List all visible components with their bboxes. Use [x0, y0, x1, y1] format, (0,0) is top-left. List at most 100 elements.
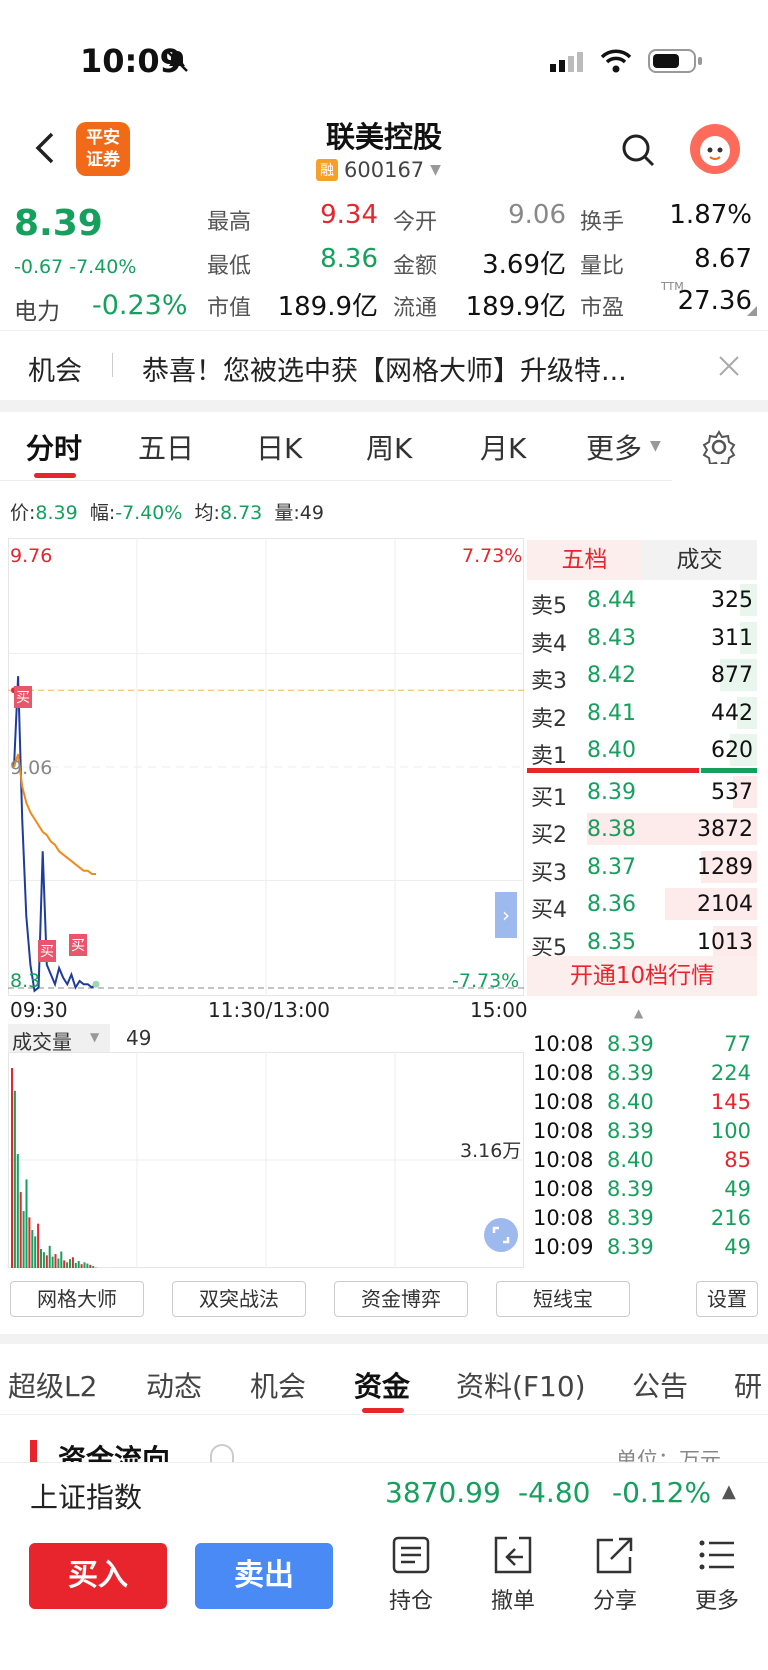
tool-button[interactable]: 短线宝 [496, 1281, 630, 1317]
tool-button[interactable]: 设置 [696, 1281, 758, 1317]
level-qty: 3872 [697, 817, 753, 842]
sector-label: 电力 [14, 299, 60, 325]
bid-level-row[interactable]: 买5 8.35 1013 [527, 924, 757, 961]
search-icon[interactable] [620, 132, 656, 168]
volume-bar [83, 1262, 86, 1268]
level-label: 卖5 [531, 594, 567, 619]
tick-qty: 77 [724, 1032, 751, 1056]
info-tab[interactable]: 机会 [250, 1365, 306, 1405]
trade-tick-row: 10:08 8.40 145 [527, 1090, 757, 1119]
chart-tab[interactable]: 月K [480, 427, 526, 467]
volume-bar [25, 1179, 28, 1268]
chart-tab[interactable]: 更多 [586, 427, 642, 467]
index-ticker-bar[interactable]: 上证指数 3870.99 -4.80 -0.12% ▲ [0, 1462, 768, 1522]
stock-code-selector[interactable]: 融 600167 ▼ [316, 158, 441, 182]
info-tab[interactable]: 动态 [146, 1365, 202, 1405]
tool-button[interactable]: 双突战法 [172, 1281, 306, 1317]
level-label: 卖2 [531, 706, 567, 732]
fullscreen-icon[interactable] [484, 1218, 518, 1252]
price-change: -0.67 -7.40% [14, 256, 136, 278]
stock-code: 600167 [344, 158, 425, 182]
share-icon [596, 1537, 633, 1574]
wifi-icon [600, 49, 632, 73]
cancel-order-button[interactable]: 撤单 [477, 1535, 549, 1615]
section-marker [30, 1440, 37, 1464]
ask-level-row[interactable]: 卖3 8.42 877 [527, 657, 757, 694]
positions-button[interactable]: 持仓 [375, 1535, 447, 1615]
ask-level-row[interactable]: 卖5 8.44 325 [527, 582, 757, 619]
intraday-price-chart[interactable] [8, 538, 524, 996]
tool-button[interactable]: 网格大师 [10, 1281, 144, 1317]
caret-down-icon: ▼ [90, 1030, 100, 1044]
volume-bar [51, 1256, 54, 1268]
tab-trades[interactable]: 成交 [642, 540, 757, 580]
quote-field-label: 今开 [393, 210, 438, 235]
caret-down-icon: ▼ [430, 162, 441, 178]
time-end: 15:00 [470, 998, 528, 1022]
ttm-label: TTM [661, 280, 684, 293]
tab-five-level[interactable]: 五档 [527, 540, 642, 580]
trade-tick-row: 10:08 8.39 100 [527, 1119, 757, 1148]
share-button[interactable]: 分享 [579, 1535, 651, 1615]
volume-bar [31, 1230, 34, 1268]
index-value: 3870.99 [385, 1476, 501, 1509]
info-tab[interactable]: 公告 [632, 1365, 688, 1405]
info-icon[interactable] [210, 1444, 234, 1462]
sell-button[interactable]: 卖出 [195, 1543, 333, 1609]
chart-tab[interactable]: 五日 [138, 427, 194, 467]
expand-up-icon[interactable]: ▲ [722, 1481, 736, 1502]
ask-level-row[interactable]: 卖2 8.41 442 [527, 695, 757, 732]
settings-gear-icon[interactable] [702, 430, 736, 464]
section-divider [0, 1334, 768, 1344]
assistant-avatar-icon[interactable] [690, 124, 740, 174]
bid-level-row[interactable]: 买3 8.37 1289 [527, 849, 757, 886]
quote-field-value: 9.06 [508, 200, 566, 230]
active-tab-indicator [362, 1408, 404, 1413]
expand-orderbook-arrow-icon[interactable]: › [495, 892, 517, 938]
chart-tab[interactable]: 分时 [26, 427, 82, 467]
volume-bar [19, 1192, 22, 1268]
chart-tab[interactable]: 日K [256, 427, 302, 467]
tick-price: 8.39 [607, 1032, 654, 1056]
close-icon[interactable] [718, 355, 740, 377]
volume-selector[interactable]: 成交量 ▼ [8, 1024, 110, 1054]
tick-time: 10:08 [533, 1032, 594, 1056]
quote-field-label: 市值 [207, 296, 252, 321]
info-tab[interactable]: 超级L2 [8, 1365, 97, 1405]
trade-tick-row: 10:08 8.39 216 [527, 1206, 757, 1235]
more-button[interactable]: 更多 [681, 1535, 753, 1615]
chart-tab[interactable]: 周K [366, 427, 412, 467]
cellular-signal-icon [550, 52, 583, 72]
buy-button[interactable]: 买入 [29, 1543, 167, 1609]
expand-corner-icon[interactable] [747, 306, 757, 316]
volume-chart[interactable] [8, 1052, 524, 1268]
active-tab-indicator [34, 473, 76, 478]
bid-level-row[interactable]: 买2 8.38 3872 [527, 811, 757, 848]
volume-bar [71, 1257, 74, 1268]
level-qty: 877 [711, 663, 753, 688]
collapse-up-icon[interactable]: ▲ [634, 1006, 643, 1020]
share-label: 分享 [592, 1589, 637, 1614]
tool-button[interactable]: 资金博弈 [334, 1281, 468, 1317]
info-tab[interactable]: 资料(F10) [456, 1365, 586, 1405]
ask-level-row[interactable]: 卖1 8.40 620 [527, 732, 757, 769]
cancel-order-label: 撤单 [490, 1589, 535, 1614]
tabs-bottom-line [0, 480, 672, 481]
volume-bar [77, 1261, 80, 1268]
time-start: 09:30 [10, 998, 68, 1022]
bid-level-row[interactable]: 买1 8.39 537 [527, 774, 757, 811]
level-label: 卖3 [531, 669, 567, 694]
volume-bar [22, 1211, 25, 1268]
chart-bottom-pct: -7.73% [452, 970, 520, 992]
ask-level-row[interactable]: 卖4 8.43 311 [527, 620, 757, 657]
notice-bar[interactable]: 机会 恭喜！您被选中获【网格大师】升级特... [0, 330, 768, 400]
info-avg: 8.73 [219, 502, 263, 524]
bid-level-row[interactable]: 买4 8.36 2104 [527, 886, 757, 923]
buy-marker: 买 [69, 934, 87, 956]
quote-field-value: 9.34 [320, 200, 378, 230]
section-title: 资金流向 [58, 1443, 171, 1462]
upgrade-10-level-button[interactable]: 开通10档行情 [527, 956, 757, 996]
level-label: 买3 [531, 860, 567, 886]
info-tab[interactable]: 资金 [354, 1365, 410, 1405]
info-tab[interactable]: 研 [734, 1365, 762, 1405]
